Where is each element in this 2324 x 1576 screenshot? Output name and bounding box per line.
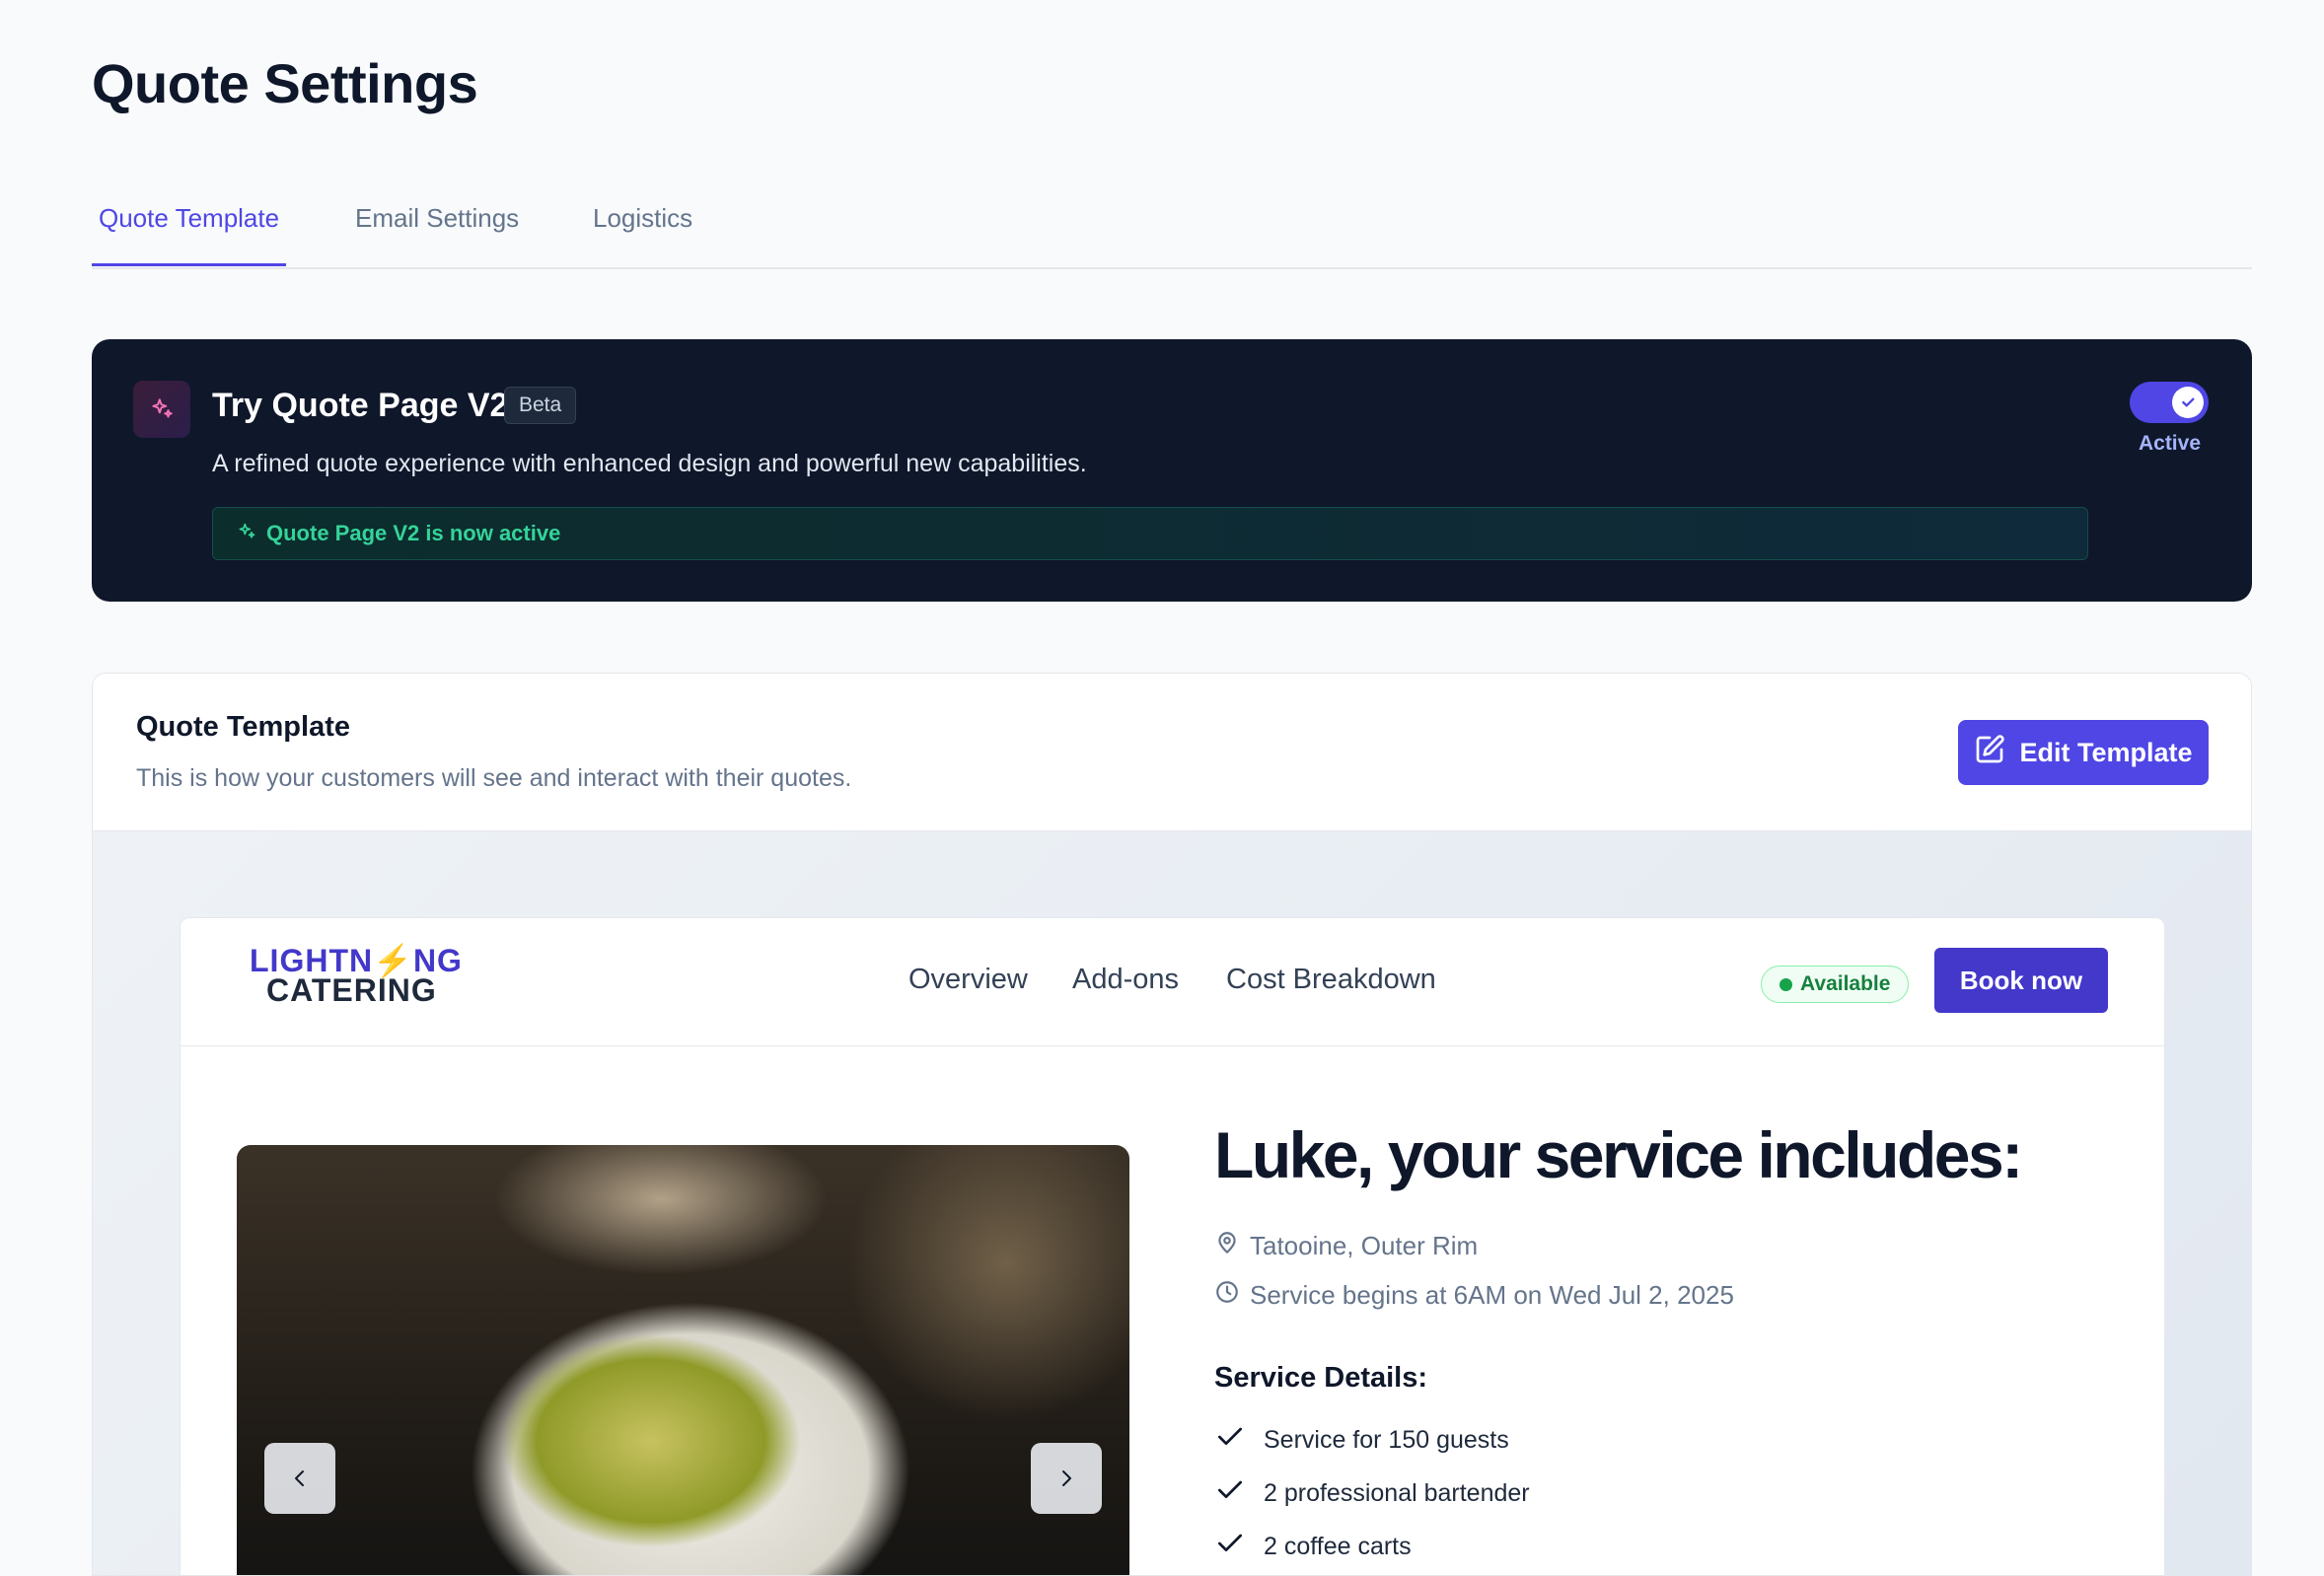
- logo-line-2: CATERING: [266, 972, 437, 1008]
- sparkles-icon: [237, 522, 256, 546]
- service-details-title: Service Details:: [1214, 1362, 1428, 1394]
- status-dot-icon: [1779, 977, 1792, 991]
- card-title: Quote Template: [136, 711, 350, 743]
- check-icon: [2172, 387, 2204, 418]
- toggle-label: Active: [2138, 432, 2201, 455]
- service-time-text: Service begins at 6AM on Wed Jul 2, 2025: [1250, 1280, 1734, 1310]
- preview-navbar: LIGHTN⚡NG CATERING Overview Add-ons Cost…: [181, 918, 2164, 1046]
- banner-description: A refined quote experience with enhanced…: [212, 450, 1087, 477]
- edit-icon: [1974, 734, 2005, 772]
- service-time: Service begins at 6AM on Wed Jul 2, 2025: [1214, 1279, 1734, 1312]
- logo-line-1: LIGHTN⚡NG: [250, 943, 463, 978]
- nav-add-ons[interactable]: Add-ons: [1072, 964, 1179, 996]
- tab-quote-template[interactable]: Quote Template: [92, 203, 287, 266]
- service-photo-carousel: [237, 1145, 1129, 1575]
- page-title: Quote Settings: [92, 52, 478, 114]
- edit-template-label: Edit Template: [2019, 737, 2193, 767]
- banner-title: Try Quote Page V2: [212, 387, 509, 424]
- detail-text: 2 coffee carts: [1264, 1533, 1412, 1560]
- card-header: Quote Template This is how your customer…: [93, 674, 2251, 831]
- quote-v2-banner: Try Quote Page V2 Beta A refined quote e…: [92, 339, 2252, 602]
- carousel-prev-button[interactable]: [264, 1443, 335, 1514]
- beta-badge: Beta: [504, 387, 577, 424]
- map-pin-icon: [1214, 1230, 1240, 1262]
- edit-template-button[interactable]: Edit Template: [1958, 720, 2209, 785]
- location-text: Tatooine, Outer Rim: [1250, 1231, 1479, 1260]
- service-headline: Luke, your service includes:: [1214, 1118, 2023, 1191]
- chevron-right-icon: [1062, 1470, 1071, 1486]
- quote-template-card: Quote Template This is how your customer…: [92, 673, 2252, 1576]
- check-icon: [1214, 1474, 1246, 1513]
- tab-logistics[interactable]: Logistics: [586, 203, 699, 263]
- chevron-left-icon: [295, 1470, 304, 1486]
- quote-v2-toggle[interactable]: [2130, 382, 2209, 423]
- clock-icon: [1214, 1279, 1240, 1312]
- quote-page-preview: LIGHTN⚡NG CATERING Overview Add-ons Cost…: [180, 917, 2165, 1575]
- list-item: 2 professional bartender: [1214, 1474, 1530, 1513]
- list-item: 2 coffee carts: [1214, 1528, 1412, 1566]
- banner-status-text: Quote Page V2 is now active: [266, 521, 561, 545]
- detail-text: 2 professional bartender: [1264, 1479, 1530, 1507]
- book-now-button[interactable]: Book now: [1934, 948, 2108, 1013]
- service-location: Tatooine, Outer Rim: [1214, 1230, 1478, 1262]
- nav-cost-breakdown[interactable]: Cost Breakdown: [1226, 964, 1436, 996]
- detail-text: Service for 150 guests: [1264, 1426, 1509, 1454]
- carousel-next-button[interactable]: [1031, 1443, 1102, 1514]
- tab-email-settings[interactable]: Email Settings: [348, 203, 526, 263]
- settings-tabs: Quote Template Email Settings Logistics: [92, 187, 2252, 269]
- template-preview: LIGHTN⚡NG CATERING Overview Add-ons Cost…: [93, 831, 2251, 1575]
- nav-overview[interactable]: Overview: [908, 964, 1028, 996]
- availability-badge: Available: [1761, 966, 1910, 1003]
- card-description: This is how your customers will see and …: [136, 764, 852, 792]
- banner-status: Quote Page V2 is now active: [212, 507, 2088, 560]
- check-icon: [1214, 1528, 1246, 1566]
- sparkles-icon: [133, 381, 190, 438]
- list-item: Service for 150 guests: [1214, 1421, 1509, 1460]
- check-icon: [1214, 1421, 1246, 1460]
- lightning-catering-logo: LIGHTN⚡NG CATERING: [250, 943, 463, 1008]
- availability-text: Available: [1800, 972, 1891, 995]
